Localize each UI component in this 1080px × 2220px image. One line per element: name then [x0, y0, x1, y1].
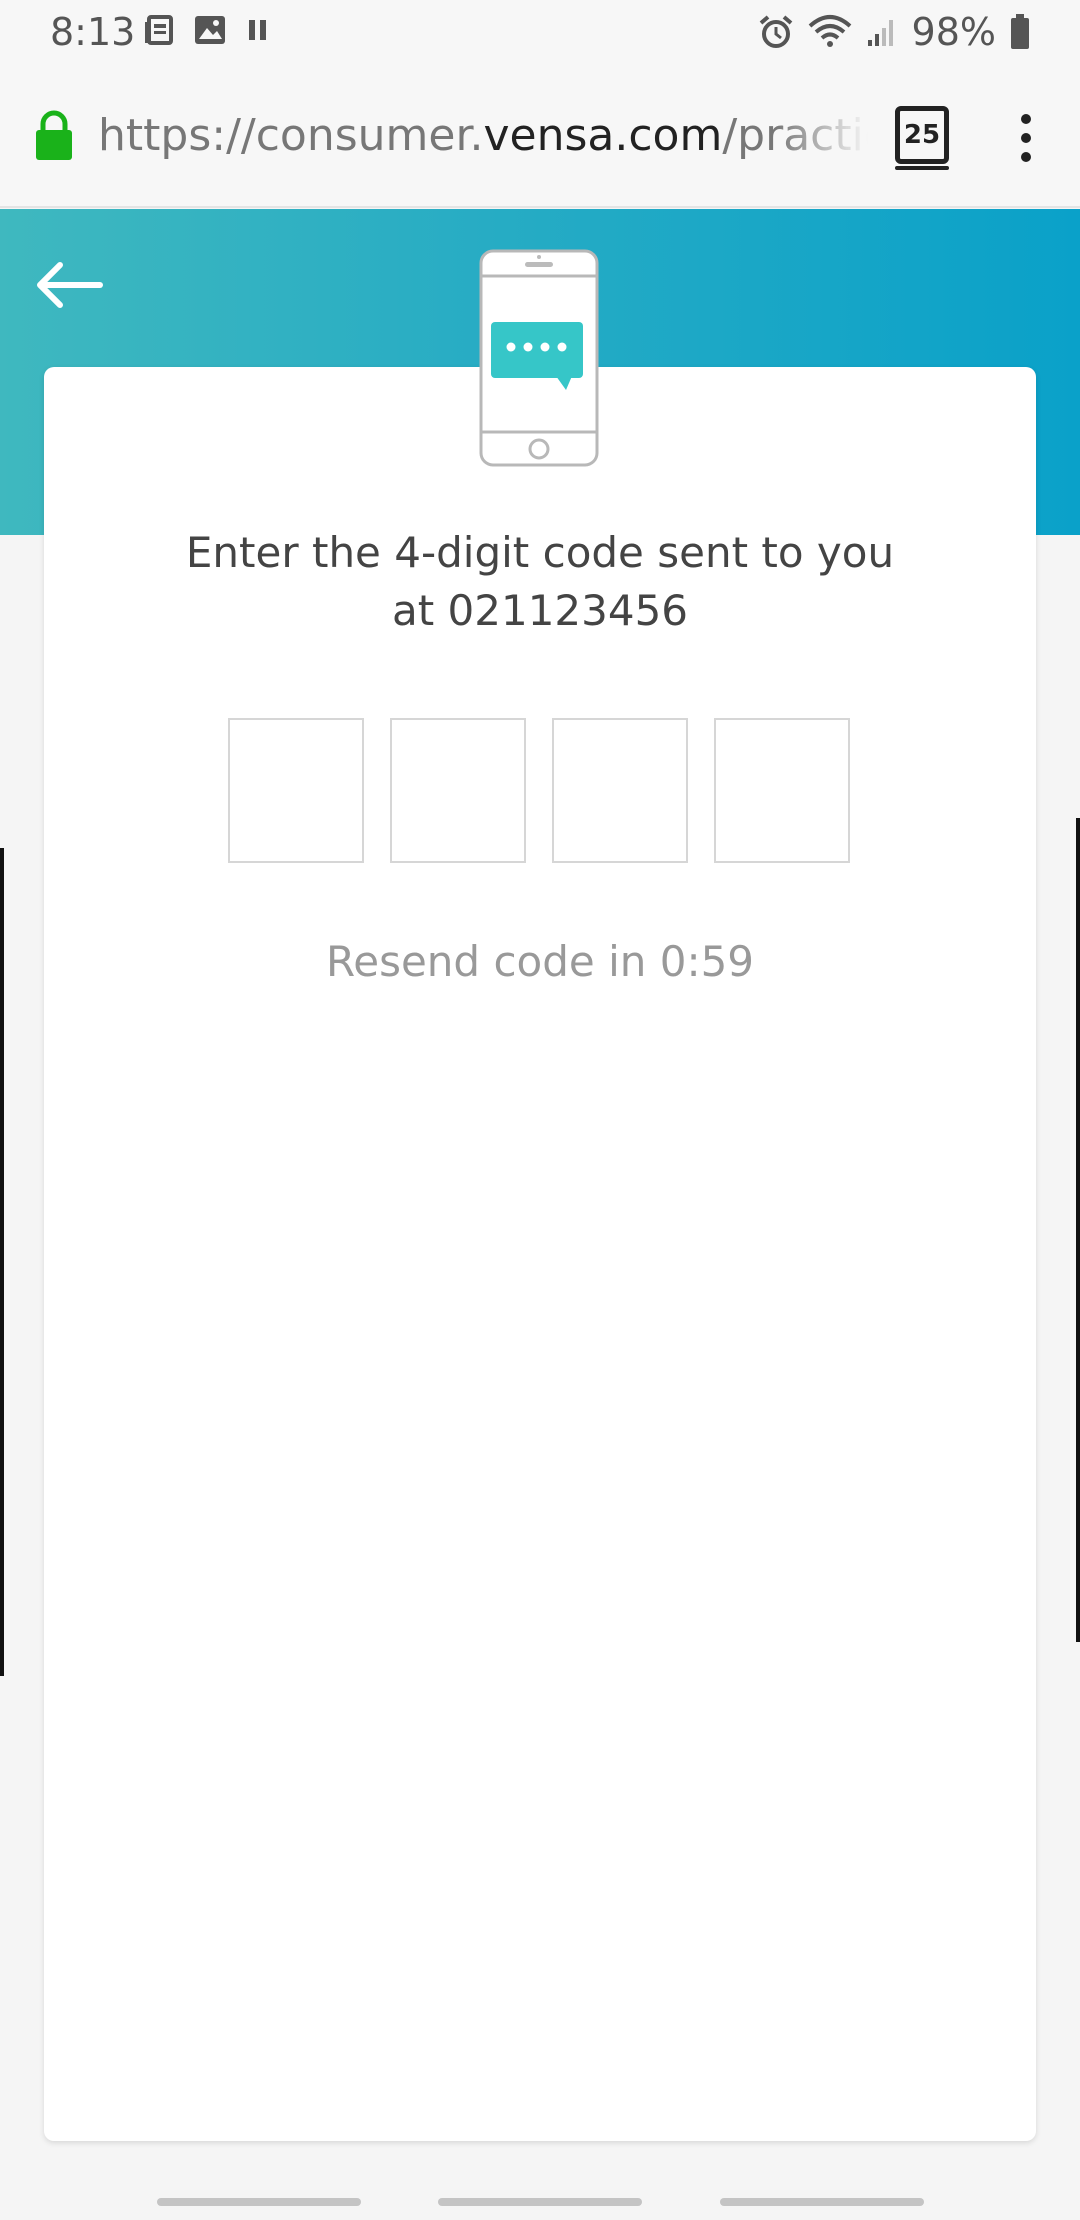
- code-digit-1[interactable]: [228, 718, 364, 863]
- right-edge-line: [1076, 818, 1080, 1642]
- code-digit-4[interactable]: [714, 718, 850, 863]
- code-input-row: [228, 718, 850, 863]
- url-suffix: /practice: [722, 110, 868, 161]
- signal-icon: [867, 20, 893, 46]
- url-prefix: https://consumer.: [98, 110, 484, 161]
- system-navigation-bar: [0, 2158, 1080, 2220]
- battery-percentage: 98%: [911, 10, 996, 54]
- battery-icon: [1011, 14, 1029, 49]
- pause-icon: [249, 20, 266, 40]
- code-instruction: Enter the 4-digit code sent to you at 02…: [44, 524, 1036, 640]
- phone-message-icon: [479, 249, 599, 467]
- alarm-icon: [759, 15, 792, 48]
- wifi-icon: [808, 15, 851, 47]
- tab-switcher-button[interactable]: 25: [895, 106, 949, 164]
- more-options-icon[interactable]: [1010, 112, 1042, 164]
- status-bar: 8:13 98%: [0, 0, 1080, 64]
- nav-home-button[interactable]: [438, 2198, 642, 2206]
- system-icons: 98%: [758, 10, 1030, 54]
- code-digit-2[interactable]: [390, 718, 526, 863]
- notification-icons: [144, 14, 270, 46]
- nav-recents-button[interactable]: [157, 2198, 361, 2206]
- nav-back-button[interactable]: [720, 2198, 924, 2206]
- url-domain: vensa.com: [483, 110, 723, 161]
- url-field[interactable]: https://consumer.vensa.com/practice: [98, 110, 868, 161]
- back-arrow-icon[interactable]: [30, 255, 110, 315]
- lock-icon[interactable]: [34, 110, 74, 162]
- news-icon: [145, 15, 173, 45]
- tab-switcher-underline: [895, 166, 949, 170]
- image-icon: [195, 16, 225, 44]
- code-digit-3[interactable]: [552, 718, 688, 863]
- status-time: 8:13: [50, 10, 136, 54]
- left-edge-line: [0, 848, 4, 1676]
- instruction-line-2: at 021123456: [391, 586, 689, 635]
- instruction-line-1: Enter the 4-digit code sent to you: [185, 528, 895, 577]
- resend-code-timer: Resend code in 0:59: [325, 937, 755, 986]
- browser-address-bar: https://consumer.vensa.com/practice 25: [0, 64, 1080, 208]
